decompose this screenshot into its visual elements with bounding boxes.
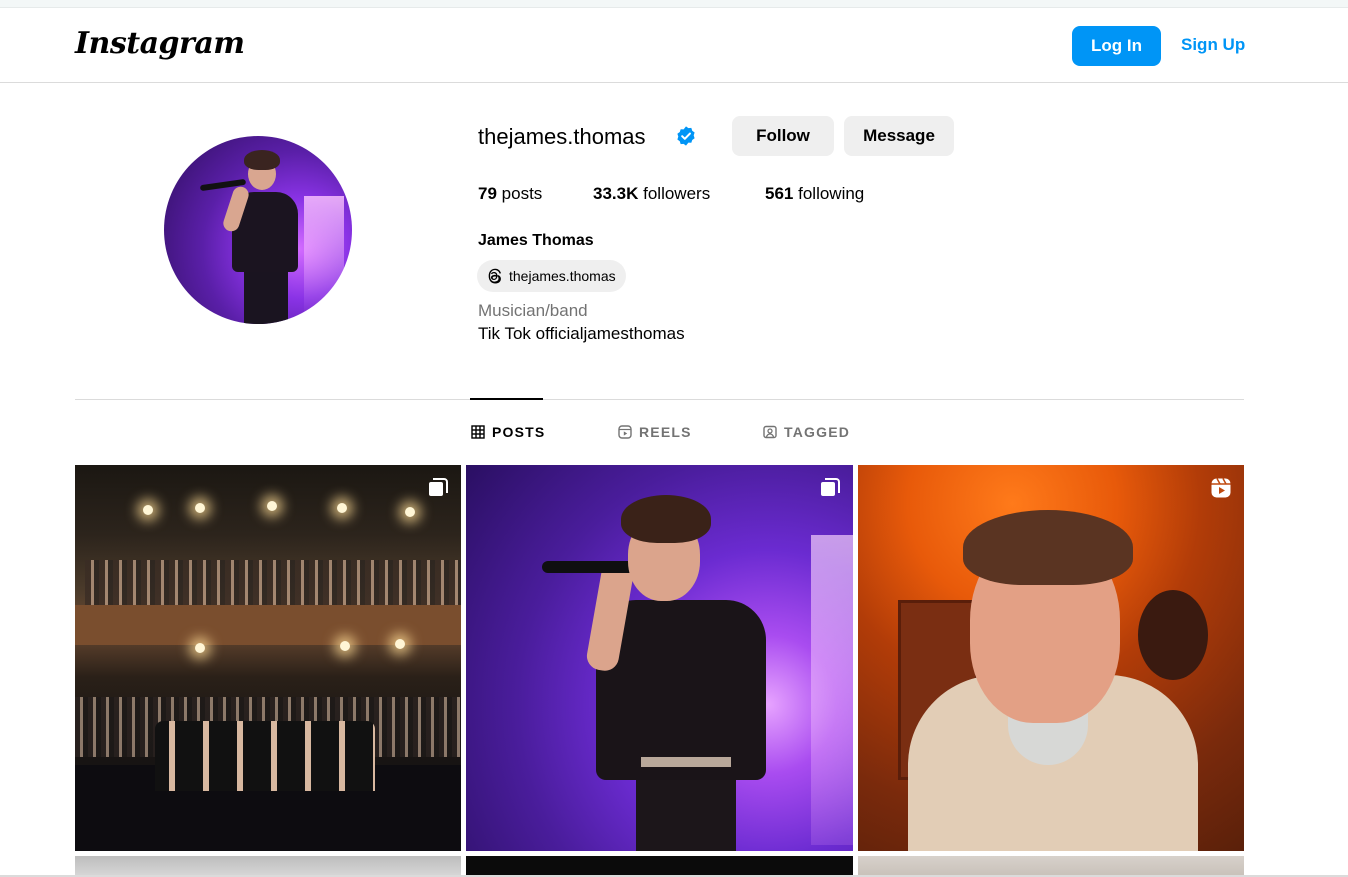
singer-hair (621, 495, 711, 543)
stage-light (267, 501, 277, 511)
post-thumbnail[interactable] (858, 856, 1244, 877)
avatar-figure-legs (244, 268, 288, 324)
profile-username: thejames.thomas (478, 124, 646, 149)
singer-belt (641, 757, 731, 767)
profile-full-name: James Thomas (478, 232, 594, 249)
tab-tagged[interactable]: TAGGED (763, 424, 850, 440)
log-in-button[interactable]: Log In (1072, 26, 1161, 66)
message-button[interactable]: Message (844, 116, 954, 156)
follow-button[interactable]: Follow (732, 116, 834, 156)
tab-reels-label: REELS (639, 424, 692, 440)
profile-avatar[interactable] (164, 136, 352, 324)
stage-light (337, 503, 347, 513)
grid-icon (471, 425, 485, 439)
instagram-logo[interactable]: Instagram (75, 26, 245, 61)
wall-plant-art (1138, 590, 1208, 680)
stage-light (195, 503, 205, 513)
post-thumbnail[interactable] (466, 465, 853, 851)
posts-count: 79 (478, 184, 497, 203)
threads-icon (488, 268, 501, 284)
crowd-balcony (85, 560, 461, 608)
reels-icon (618, 425, 632, 439)
stage-light (340, 641, 350, 651)
post-thumbnail[interactable] (75, 465, 461, 851)
profile-category: Musician/band (478, 301, 588, 320)
tab-posts-label: POSTS (492, 424, 546, 440)
tabs-divider (75, 399, 1244, 400)
followers-count: 33.3K (593, 184, 639, 203)
stage-light (195, 643, 205, 653)
avatar-figure-hair (244, 150, 280, 170)
carousel-icon (429, 478, 448, 496)
following-count: 561 (765, 184, 794, 203)
sign-up-link[interactable]: Sign Up (1181, 35, 1245, 55)
tab-reels[interactable]: REELS (618, 424, 692, 440)
tab-tagged-label: TAGGED (784, 424, 851, 440)
band-group (155, 721, 375, 791)
following-stat[interactable]: 561 following (765, 184, 864, 204)
verified-badge-icon (677, 126, 695, 146)
post-thumbnail[interactable] (75, 856, 461, 877)
stage-light (405, 507, 415, 517)
stage-light (395, 639, 405, 649)
browser-top-strip (0, 0, 1348, 8)
hair (963, 510, 1133, 585)
post-thumbnail[interactable] (858, 465, 1244, 851)
posts-stat: 79 posts (478, 184, 542, 204)
reels-icon (1211, 478, 1231, 498)
active-tab-indicator (470, 398, 543, 400)
posts-label: posts (501, 184, 543, 203)
tab-posts[interactable]: POSTS (471, 424, 545, 440)
tagged-icon (763, 425, 777, 439)
top-navbar: Instagram Log In Sign Up (0, 8, 1348, 83)
balcony-rail (75, 605, 461, 645)
stage-beam (811, 535, 853, 845)
carousel-icon (821, 478, 840, 496)
following-label: following (798, 184, 865, 203)
post-thumbnail[interactable] (466, 856, 853, 877)
followers-stat[interactable]: 33.3K followers (593, 184, 710, 204)
singer-microphone (542, 561, 642, 573)
threads-link[interactable]: thejames.thomas (477, 260, 626, 292)
profile-bio: Tik Tok officialjamesthomas (478, 324, 685, 343)
avatar-stage-light (304, 196, 344, 316)
followers-label: followers (643, 184, 711, 203)
threads-handle: thejames.thomas (509, 268, 616, 284)
stage-light (143, 505, 153, 515)
